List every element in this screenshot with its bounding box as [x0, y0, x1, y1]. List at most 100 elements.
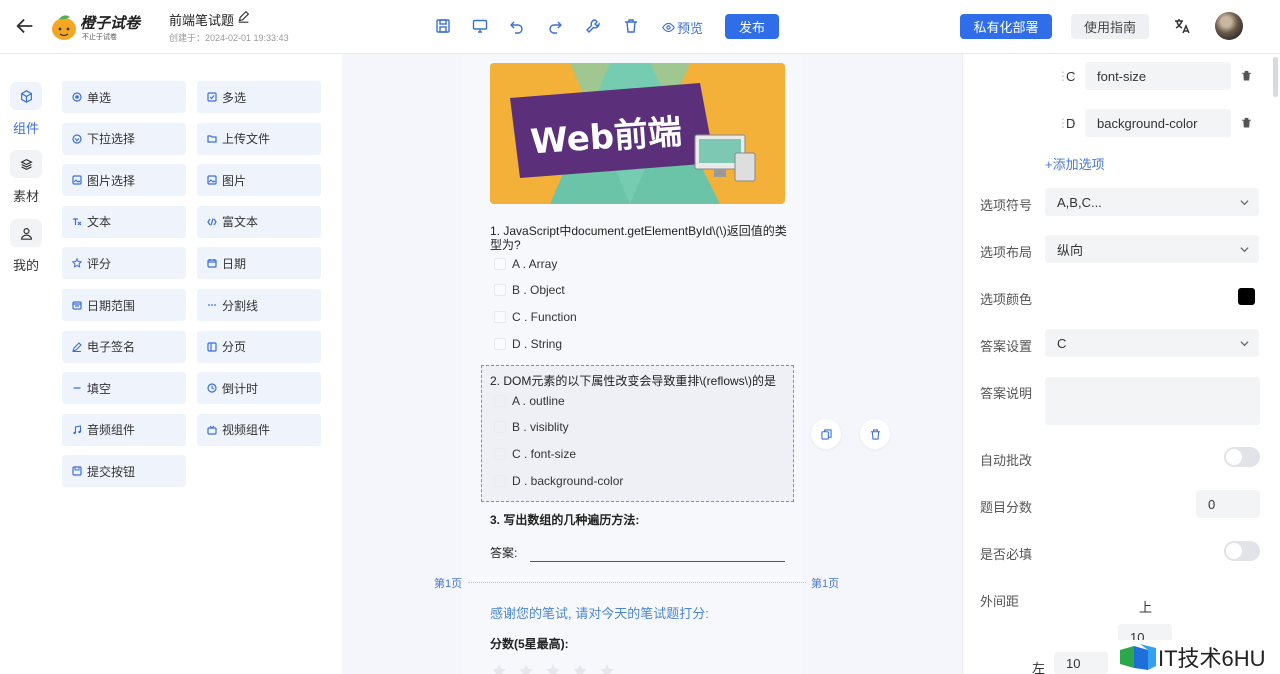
user-guide-button[interactable]: 使用指南 — [1071, 14, 1149, 39]
rail-item-mine[interactable]: 我的 — [0, 219, 52, 274]
star-icon[interactable] — [546, 664, 560, 674]
option-letter-d: D — [1066, 116, 1076, 131]
option-radio[interactable] — [494, 421, 506, 433]
radio-icon — [72, 92, 82, 102]
option-color-swatch[interactable] — [1238, 288, 1255, 305]
component-divider[interactable]: 分割线 — [197, 289, 321, 321]
question-score-input[interactable]: 0 — [1196, 490, 1260, 518]
rating-stars[interactable] — [492, 664, 614, 674]
panel-scrollbar[interactable] — [1273, 57, 1278, 97]
q1-option-c[interactable]: C . Function — [494, 310, 577, 324]
properties-panel — [962, 54, 1280, 674]
trash-icon[interactable] — [1241, 117, 1252, 128]
rail-item-materials[interactable]: 素材 — [0, 150, 52, 205]
component-checkbox[interactable]: 多选 — [197, 81, 321, 113]
desktop-view-icon[interactable] — [471, 17, 489, 35]
component-pen[interactable]: 电子签名 — [62, 330, 186, 363]
translate-icon[interactable] — [1173, 17, 1191, 35]
copy-question-button[interactable] — [811, 419, 841, 449]
component-date-range[interactable]: 日期范围 — [62, 289, 186, 321]
document-title[interactable]: 前端笔试题 — [169, 10, 234, 29]
answer-select[interactable]: C — [1045, 329, 1259, 357]
star-icon[interactable] — [519, 664, 533, 674]
star-icon[interactable] — [573, 664, 587, 674]
component-star[interactable]: 评分 — [62, 247, 186, 280]
option-radio[interactable] — [494, 448, 506, 460]
component-label: 下拉选择 — [87, 132, 136, 147]
wrench-icon[interactable] — [584, 17, 602, 35]
required-toggle[interactable] — [1224, 541, 1260, 561]
component-page[interactable]: 分页 — [197, 330, 321, 363]
user-avatar[interactable] — [1215, 12, 1243, 40]
private-deploy-button[interactable]: 私有化部署 — [960, 14, 1052, 39]
layout-label: 选项布局 — [980, 245, 1033, 260]
auto-grade-toggle[interactable] — [1224, 447, 1260, 467]
preview-button[interactable]: 预览 — [662, 18, 703, 37]
margin-left-input[interactable]: 10 — [1054, 652, 1108, 674]
q1-option-b[interactable]: B . Object — [494, 283, 565, 297]
option-radio[interactable] — [494, 258, 506, 270]
edit-title-icon[interactable] — [237, 10, 250, 23]
component-calendar[interactable]: 日期 — [197, 247, 321, 280]
rail-item-components[interactable]: 组件 — [0, 82, 52, 137]
component-code[interactable]: 富文本 — [197, 205, 321, 238]
option-color-label: 选项颜色 — [980, 292, 1033, 307]
component-image-select[interactable]: 图片选择 — [62, 164, 186, 197]
component-save[interactable]: 提交按钮 — [62, 455, 186, 488]
redo-icon[interactable] — [546, 17, 564, 35]
component-label: 上传文件 — [222, 132, 271, 147]
answer-explain-textarea[interactable] — [1045, 377, 1260, 425]
add-option-link[interactable]: +添加选项 — [1045, 154, 1105, 173]
q2-option-a[interactable]: A . outline — [494, 394, 565, 408]
component-text[interactable]: 文本 — [62, 205, 186, 238]
option-d-input[interactable]: background-color — [1085, 109, 1231, 137]
component-label: 日期范围 — [87, 298, 136, 313]
publish-button[interactable]: 发布 — [725, 14, 779, 39]
q2-option-d[interactable]: D . background-color — [494, 474, 623, 488]
component-dropdown[interactable]: 下拉选择 — [62, 122, 186, 155]
component-label: 评分 — [87, 256, 112, 271]
option-radio[interactable] — [494, 338, 506, 350]
layout-select[interactable]: 纵向 — [1045, 235, 1259, 263]
option-symbol-select[interactable]: A,B,C... — [1045, 188, 1259, 216]
star-icon[interactable] — [600, 664, 614, 674]
q1-option-a[interactable]: A . Array — [494, 257, 557, 271]
editor-canvas: Web前端 1. JavaScript中document.getElementB… — [342, 54, 962, 674]
answer-underline-input[interactable] — [530, 561, 785, 562]
component-radio[interactable]: 单选 — [62, 81, 186, 113]
option-radio[interactable] — [494, 311, 506, 323]
component-music[interactable]: 音频组件 — [62, 413, 186, 446]
score-label: 分数(5星最高): — [490, 637, 569, 651]
component-dash[interactable]: 填空 — [62, 372, 186, 405]
date-range-icon — [72, 301, 82, 310]
option-radio[interactable] — [494, 395, 506, 407]
trash-icon[interactable] — [1241, 70, 1252, 81]
component-video[interactable]: 视频组件 — [197, 413, 321, 446]
question-1-title: 1. JavaScript中document.getElementById\(\… — [490, 224, 787, 252]
q2-option-b[interactable]: B . visiblity — [494, 420, 569, 434]
star-icon[interactable] — [492, 664, 506, 674]
component-folder[interactable]: 上传文件 — [197, 122, 321, 155]
option-radio[interactable] — [494, 284, 506, 296]
component-label: 单选 — [87, 90, 112, 105]
component-clock[interactable]: 倒计时 — [197, 372, 321, 405]
component-label: 日期 — [222, 256, 247, 271]
component-image[interactable]: 图片 — [197, 164, 321, 197]
calendar-icon — [207, 259, 217, 268]
delete-icon[interactable] — [622, 17, 640, 35]
undo-icon[interactable] — [508, 17, 526, 35]
q1-option-d[interactable]: D . String — [494, 337, 562, 351]
watermark: IT技术6HU — [1118, 640, 1280, 674]
music-icon — [73, 425, 82, 434]
component-label: 多选 — [222, 90, 247, 105]
page-label-left: 第1页 — [434, 578, 463, 590]
image-icon — [207, 175, 217, 185]
option-label: A . Array — [512, 257, 558, 271]
option-c-input[interactable]: font-size — [1085, 62, 1231, 90]
option-radio[interactable] — [494, 475, 506, 487]
component-label: 图片选择 — [87, 173, 136, 188]
q2-option-c[interactable]: C . font-size — [494, 447, 576, 461]
delete-question-button[interactable] — [860, 419, 890, 449]
back-arrow-icon[interactable] — [14, 15, 36, 37]
save-icon[interactable] — [434, 17, 452, 35]
